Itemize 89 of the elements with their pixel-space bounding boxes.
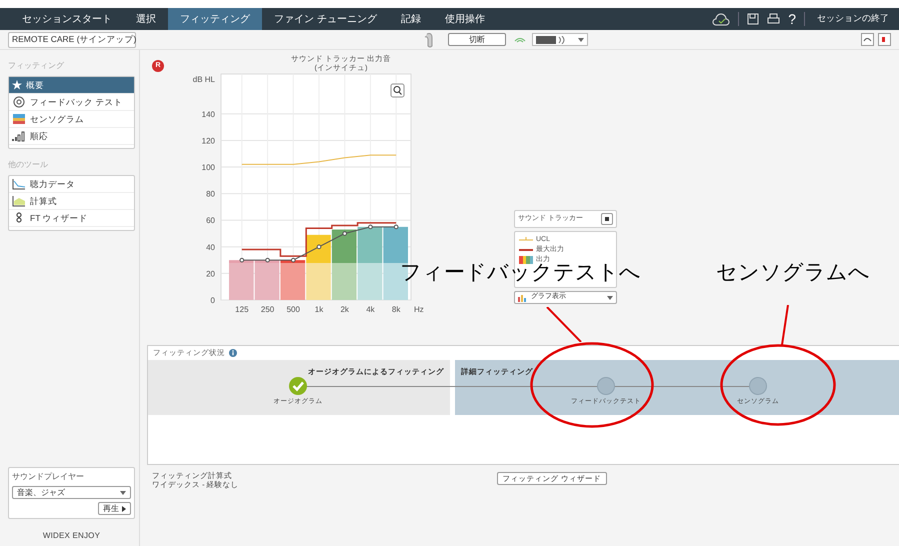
nav-tab[interactable]: フィッティング <box>168 8 262 30</box>
sidebar-item[interactable]: 聴力データ <box>9 176 134 193</box>
y-tick-label: 120 <box>202 136 215 146</box>
y-tick-label: 100 <box>202 163 215 172</box>
nav-tab[interactable]: 使用操作 <box>432 8 497 30</box>
print-icon[interactable] <box>767 13 780 25</box>
streamer-icon <box>536 36 566 44</box>
feedback-icon <box>12 96 26 108</box>
bar <box>306 234 331 300</box>
sidebar-item[interactable]: 概要 <box>9 77 134 94</box>
x-tick-label: 1k <box>314 305 324 314</box>
bars-icon <box>12 130 26 142</box>
y-tick-label: 60 <box>206 216 215 226</box>
sidebar-item-label: センソグラム <box>30 112 84 126</box>
nav-tab[interactable]: 記録 <box>388 8 433 30</box>
formula-icon <box>12 195 26 207</box>
x-tick-label: 125 <box>235 305 249 314</box>
sound-select[interactable]: 音楽、ジャズ <box>12 486 131 499</box>
save-icon[interactable] <box>747 13 760 25</box>
sidebar-item[interactable]: センソグラム <box>9 111 134 128</box>
sidebar-item-label: 聴力データ <box>30 178 75 190</box>
x-tick-label: 4k <box>366 305 375 314</box>
info-icon[interactable] <box>229 349 237 357</box>
nav-tab[interactable]: 選択 <box>124 8 168 30</box>
y-tick-label: 40 <box>206 242 215 252</box>
y-tick-label: 20 <box>206 269 215 278</box>
ucl-swatch-icon <box>519 236 533 242</box>
output-swatch-icon <box>519 256 533 264</box>
hearing-aid-icon <box>424 32 434 48</box>
nav-tab[interactable]: セッションスタート <box>10 8 124 30</box>
y-tick-label: 140 <box>202 110 215 119</box>
dropdown-caret-icon <box>607 296 613 300</box>
bar <box>254 260 280 300</box>
sidebar-item[interactable]: FT ウィザード <box>9 210 134 227</box>
sound-player-title: サウンドプレイヤー <box>12 471 85 483</box>
y-axis-label: dB HL <box>192 75 215 84</box>
play-button[interactable]: 再生 <box>98 502 131 515</box>
tracker-point <box>290 258 296 262</box>
device-dropdown[interactable] <box>532 33 588 46</box>
cloud-icon[interactable] <box>712 12 730 26</box>
end-session-button[interactable]: セッションの終了 <box>813 12 893 26</box>
dropdown-caret-icon <box>120 490 126 494</box>
sidebar-item-label: 計算式 <box>30 194 57 208</box>
bar <box>229 260 254 300</box>
nav-tab[interactable]: ファイン チューニング <box>262 8 389 30</box>
x-tick-label: 500 <box>286 305 300 314</box>
sidebar-item-label: FT ウィザード <box>30 212 88 224</box>
x-tick-label: 250 <box>260 305 274 314</box>
max-output-swatch-icon <box>519 246 533 252</box>
tracker-point <box>265 258 270 262</box>
tracker-point <box>240 258 244 262</box>
graph-icon <box>518 294 528 302</box>
stop-icon[interactable] <box>601 213 613 225</box>
tracker-point <box>368 224 373 230</box>
x-axis-label: Hz <box>414 305 424 314</box>
x-tick-label: 8k <box>392 305 400 314</box>
play-icon <box>122 506 126 512</box>
y-tick-label: 0 <box>210 296 215 305</box>
bar <box>332 230 357 300</box>
sensogram-icon <box>12 113 26 125</box>
x-tick-label: 2k <box>340 305 349 314</box>
sidebar-item-label: 順応 <box>30 130 48 142</box>
brand-logo: WIDEX ENJOY <box>42 531 102 540</box>
bar <box>358 226 382 300</box>
audiogram-icon <box>12 178 26 190</box>
tracker-point <box>394 224 398 230</box>
sidebar-item[interactable]: 順応 <box>9 128 134 145</box>
tracker-point <box>316 244 322 250</box>
remote-care-button[interactable]: REMOTE CARE (サインアップ) <box>8 32 136 48</box>
annotation-text: フィードバックテストへ <box>400 261 641 286</box>
tracker-point <box>342 231 348 236</box>
annotation-text: センソグラムへ <box>716 260 870 286</box>
annotation-line <box>781 305 789 345</box>
disconnect-button[interactable]: 切断 <box>448 33 506 46</box>
help-button[interactable]: ? <box>788 8 796 30</box>
wireless-icon <box>514 36 526 44</box>
check-icon[interactable] <box>289 377 307 395</box>
annotation-line <box>546 307 582 342</box>
dropdown-caret-icon <box>578 38 584 42</box>
sidebar-section-title: 他のツール <box>8 159 49 171</box>
y-tick-label: 80 <box>206 190 215 199</box>
zoom-icon[interactable] <box>390 84 404 98</box>
sidebar-item[interactable]: フィードバック テスト <box>9 94 134 111</box>
star-icon <box>12 80 22 90</box>
sidebar-section-title: フィッティング <box>8 60 65 72</box>
sidebar-item-label: フィードバック テスト <box>30 96 122 108</box>
sidebar-item[interactable]: 計算式 <box>9 193 134 210</box>
bar <box>280 260 306 300</box>
sidebar-item-label: 概要 <box>26 78 44 92</box>
